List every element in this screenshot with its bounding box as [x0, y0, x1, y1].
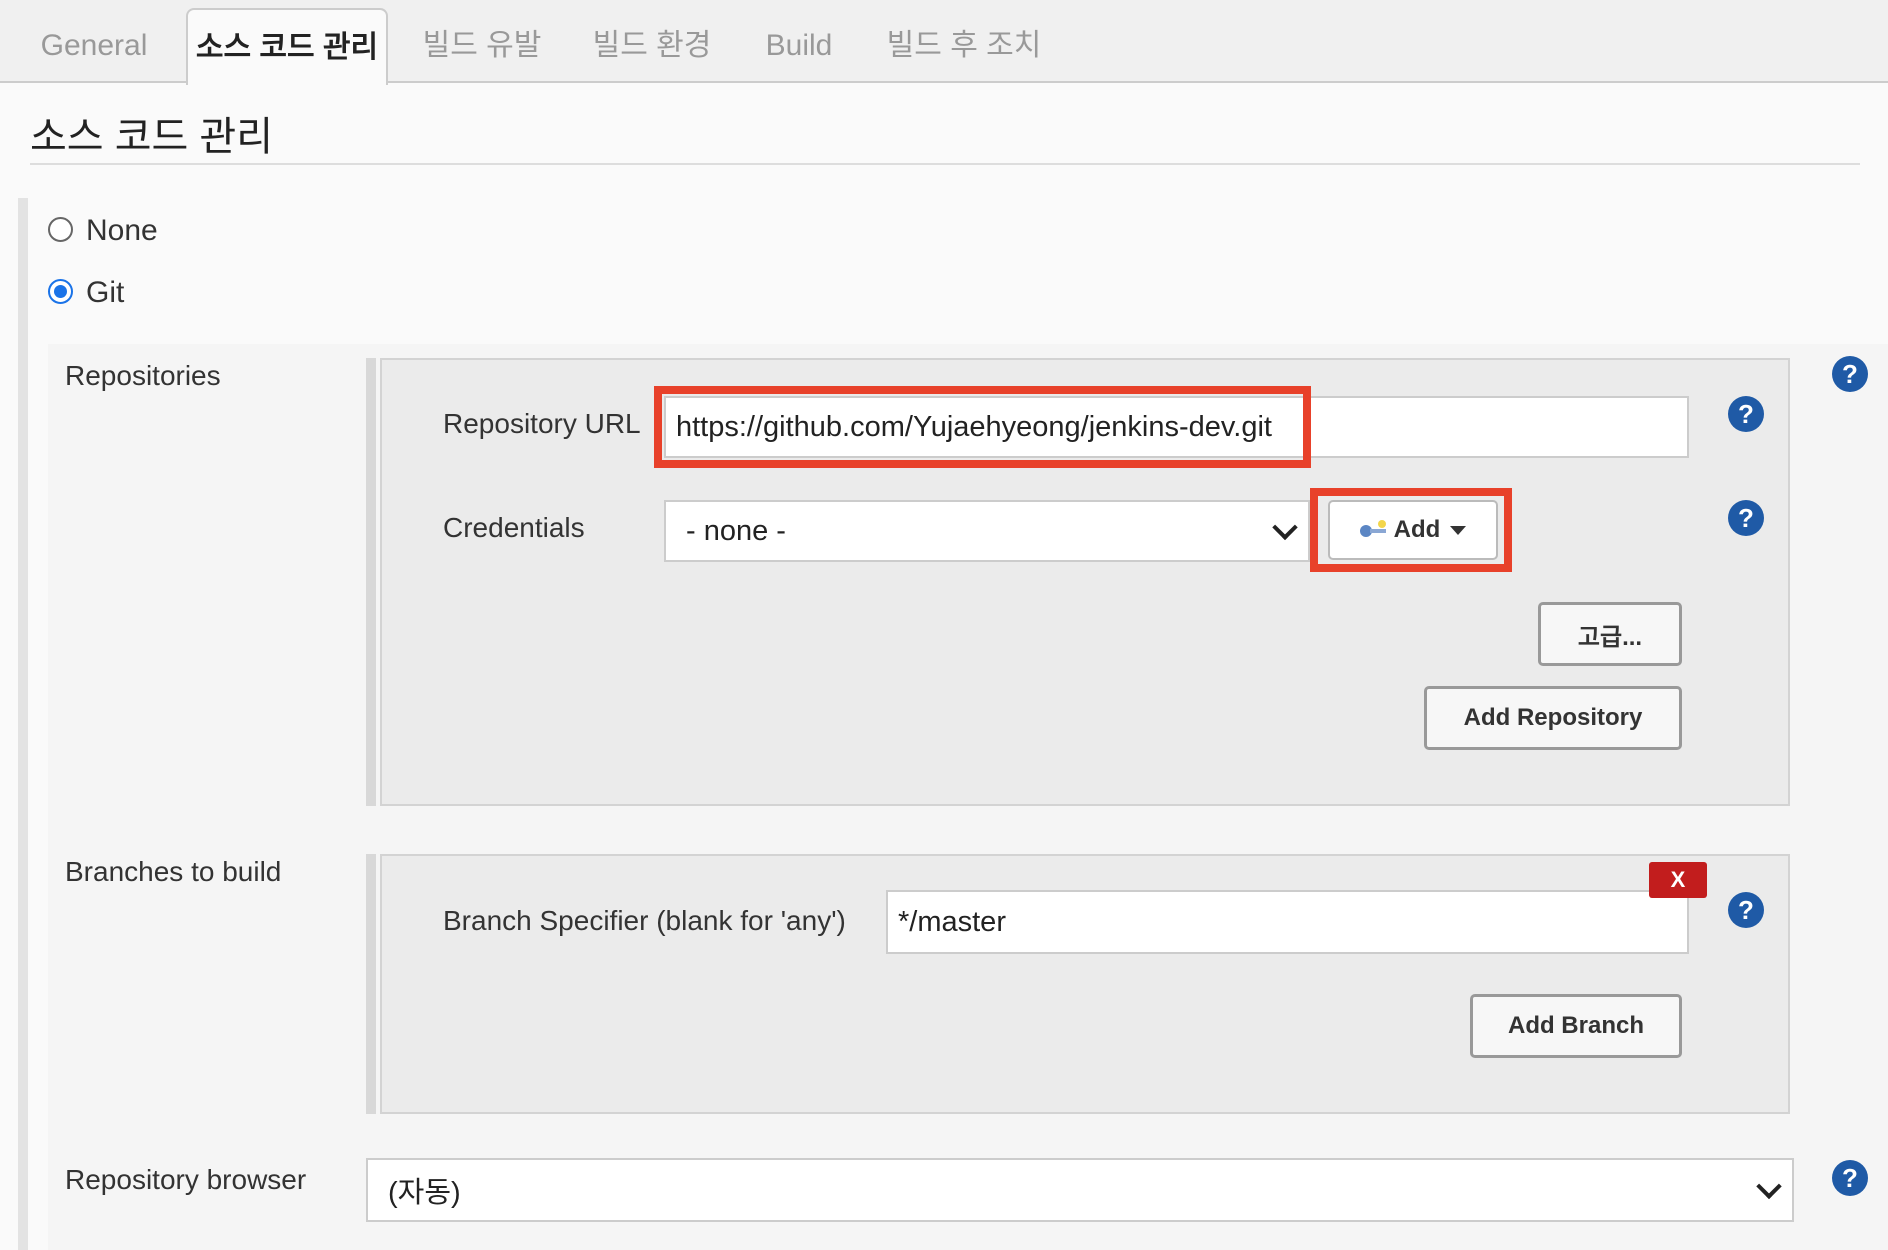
help-icon[interactable]: ? [1832, 356, 1868, 392]
tab-general[interactable]: General [20, 8, 168, 83]
scm-none-radio[interactable] [48, 217, 73, 242]
repository-browser-label: Repository browser [65, 1164, 307, 1195]
help-icon[interactable]: ? [1728, 892, 1764, 928]
add-repository-button[interactable]: Add Repository [1424, 686, 1682, 750]
repository-browser-value: (자동) [388, 1177, 461, 1209]
url-highlight-box [654, 386, 1311, 468]
repositories-label: Repositories [65, 360, 221, 391]
tab-build-triggers[interactable]: 빌드 유발 [412, 8, 552, 83]
branch-specifier-input[interactable]: */master [886, 890, 1689, 954]
chevron-down-icon [1272, 514, 1298, 541]
credentials-label: Credentials [443, 512, 585, 543]
tab-post-build-actions[interactable]: 빌드 후 조치 [876, 8, 1052, 83]
branches-bar [366, 854, 376, 1114]
repository-browser-select[interactable]: (자동) [366, 1158, 1794, 1222]
chevron-down-icon [1756, 1173, 1782, 1200]
scm-git-label: Git [86, 276, 125, 309]
delete-branch-button[interactable]: X [1649, 862, 1707, 898]
credentials-select[interactable]: - none - [664, 500, 1310, 562]
section-rail [18, 198, 28, 1250]
tab-build-environment[interactable]: 빌드 환경 [582, 8, 722, 83]
advanced-button[interactable]: 고급... [1538, 602, 1682, 666]
help-icon[interactable]: ? [1728, 500, 1764, 536]
tab-source-code-management[interactable]: 소스 코드 관리 [186, 8, 388, 85]
add-branch-button[interactable]: Add Branch [1470, 994, 1682, 1058]
tab-build[interactable]: Build [752, 8, 846, 83]
add-highlight-box [1310, 488, 1512, 572]
scm-git-radio[interactable] [48, 279, 73, 304]
repositories-bar [366, 358, 376, 806]
branches-label: Branches to build [65, 856, 282, 887]
page-title: 소스 코드 관리 [30, 115, 274, 159]
credentials-value: - none - [686, 514, 786, 547]
repository-url-label: Repository URL [443, 408, 641, 439]
tab-bar: General 소스 코드 관리 빌드 유발 빌드 환경 Build 빌드 후 … [0, 0, 1888, 85]
help-icon[interactable]: ? [1728, 396, 1764, 432]
scm-none-label: None [86, 214, 158, 247]
title-divider [30, 163, 1860, 165]
branch-specifier-label: Branch Specifier (blank for 'any') [443, 905, 846, 936]
help-icon[interactable]: ? [1832, 1160, 1868, 1196]
